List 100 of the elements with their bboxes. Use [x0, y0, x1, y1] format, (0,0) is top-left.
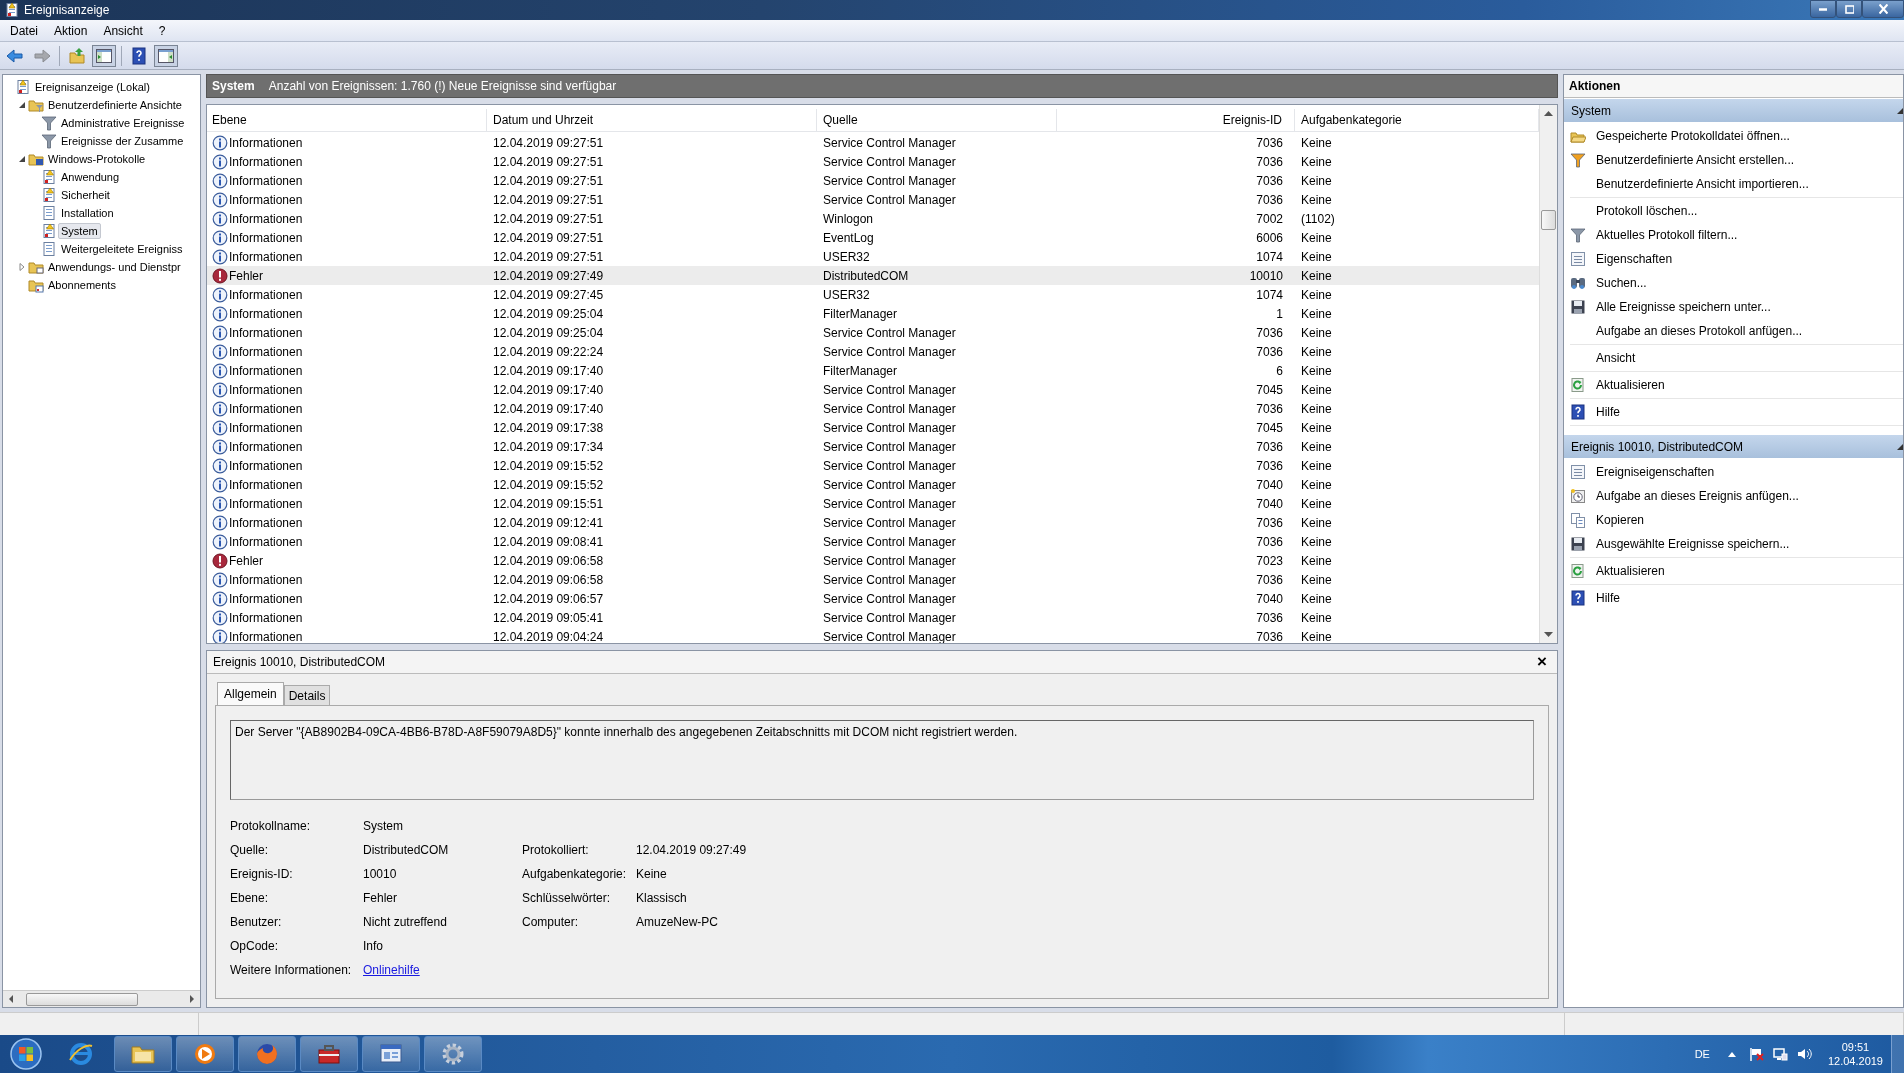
taskbar-button[interactable] — [300, 1036, 358, 1072]
tree-item[interactable]: Weitergeleitete Ereigniss — [58, 241, 186, 257]
table-row[interactable]: Informationen 12.04.2019 09:15:52 Service Control Manager 7040 Keine — [207, 475, 1539, 494]
tab[interactable]: Allgemein — [217, 682, 284, 705]
table-row[interactable]: Informationen 12.04.2019 09:17:40 Service Control Manager 7045 Keine — [207, 380, 1539, 399]
tree-item[interactable]: System — [58, 223, 101, 239]
table-row[interactable]: Informationen 12.04.2019 09:22:24 Service Control Manager 7036 Keine — [207, 342, 1539, 361]
pane-button[interactable] — [92, 44, 116, 67]
table-row[interactable]: Informationen 12.04.2019 09:27:51 USER32 1074 Keine — [207, 247, 1539, 266]
table-row[interactable]: Informationen 12.04.2019 09:27:51 EventLog 6006 Keine — [207, 228, 1539, 247]
table-row[interactable]: Informationen 12.04.2019 09:17:38 Service Control Manager 7045 Keine — [207, 418, 1539, 437]
table-row[interactable]: Informationen 12.04.2019 09:15:52 Service Control Manager 7036 Keine — [207, 456, 1539, 475]
table-row[interactable]: Informationen 12.04.2019 09:27:51 Service Control Manager 7036 Keine — [207, 171, 1539, 190]
tree-item[interactable]: Sicherheit — [58, 187, 113, 203]
table-row[interactable]: Fehler 12.04.2019 09:27:49 DistributedCOM 10010 Keine — [207, 266, 1539, 285]
table-cell-text: 12.04.2019 09:17:34 — [492, 439, 605, 454]
action-link[interactable]: Hilfe — [1596, 405, 1620, 419]
action-link[interactable]: Aufgabe an dieses Protokoll anfügen... — [1596, 324, 1803, 338]
close-button[interactable]: × — [1533, 654, 1551, 670]
action-link[interactable]: Aktualisieren — [1596, 378, 1665, 392]
taskbar-button[interactable] — [424, 1036, 482, 1072]
clock-date[interactable]: 12.04.2019 — [1827, 1054, 1883, 1068]
tree-item[interactable]: Windows-Protokolle — [45, 151, 149, 167]
action-link[interactable]: Hilfe — [1596, 591, 1620, 605]
taskbar-button[interactable] — [176, 1036, 234, 1072]
table-row[interactable]: Informationen 12.04.2019 09:27:51 Service Control Manager 7036 Keine — [207, 190, 1539, 209]
action-link[interactable]: Eigenschaften — [1596, 252, 1673, 266]
expanded-arrow-icon[interactable] — [17, 101, 26, 109]
table-row[interactable]: Informationen 12.04.2019 09:17:40 Service Control Manager 7036 Keine — [207, 399, 1539, 418]
language-indicator[interactable]: DE — [1694, 1048, 1710, 1060]
log-icon — [41, 187, 57, 203]
table-row[interactable]: Informationen 12.04.2019 09:05:41 Service Control Manager 7036 Keine — [207, 608, 1539, 627]
table-row[interactable]: Informationen 12.04.2019 09:25:04 Service Control Manager 7036 Keine — [207, 323, 1539, 342]
collapsed-arrow-icon[interactable] — [17, 263, 26, 271]
tree-item[interactable]: Anwendungs- und Dienstpr — [45, 259, 184, 275]
table-row[interactable]: Informationen 12.04.2019 09:27:51 Service Control Manager 7036 Keine — [207, 133, 1539, 152]
tree-item[interactable]: Installation — [58, 205, 117, 221]
table-row[interactable]: Fehler 12.04.2019 09:06:58 Service Control Manager 7023 Keine — [207, 551, 1539, 570]
action-link[interactable]: Benutzerdefinierte Ansicht importieren... — [1596, 177, 1809, 191]
table-row[interactable]: Informationen 12.04.2019 09:27:51 Service Control Manager 7036 Keine — [207, 152, 1539, 171]
clock-time[interactable]: 09:51 — [1841, 1040, 1870, 1054]
table-row[interactable]: Informationen 12.04.2019 09:17:40 FilterManager 6 Keine — [207, 361, 1539, 380]
action-link[interactable]: Protokoll löschen... — [1596, 204, 1698, 218]
tree-item[interactable]: Benutzerdefinierte Ansichte — [45, 97, 185, 113]
table-row[interactable]: Informationen 12.04.2019 09:12:41 Service Control Manager 7036 Keine — [207, 513, 1539, 532]
action-link[interactable]: Aktualisieren — [1596, 564, 1665, 578]
minimize-button[interactable] — [1810, 0, 1836, 18]
close-button[interactable] — [1862, 0, 1904, 18]
taskbar-button[interactable] — [114, 1036, 172, 1072]
expanded-arrow-icon[interactable] — [17, 155, 26, 163]
action-link[interactable]: Aktuelles Protokoll filtern... — [1596, 228, 1738, 242]
menu-item[interactable]: Datei — [2, 23, 46, 38]
close-icon — [1878, 4, 1888, 14]
tree-item[interactable]: Ereignisanzeige (Lokal) — [32, 79, 153, 95]
scroll-down-icon[interactable] — [1544, 632, 1553, 638]
restore-button[interactable] — [1836, 0, 1862, 18]
action-link[interactable]: Suchen... — [1596, 276, 1647, 290]
section-header[interactable]: System — [1564, 98, 1903, 122]
action-link[interactable]: Ansicht — [1596, 351, 1636, 365]
action-link[interactable]: Alle Ereignisse speichern unter... — [1596, 300, 1771, 314]
action-link[interactable]: Benutzerdefinierte Ansicht erstellen... — [1596, 153, 1795, 167]
table-row[interactable]: Informationen 12.04.2019 09:06:57 Service Control Manager 7040 Keine — [207, 589, 1539, 608]
action-link[interactable]: Kopieren — [1596, 513, 1645, 527]
tab[interactable]: Details — [283, 685, 331, 705]
table-row[interactable]: Informationen 12.04.2019 09:25:04 FilterManager 1 Keine — [207, 304, 1539, 323]
menu-item[interactable]: Ansicht — [95, 23, 151, 38]
action-link[interactable]: Gespeicherte Protokolldatei öffnen... — [1596, 129, 1790, 143]
column-header[interactable]: Ereignis-ID — [1057, 109, 1295, 131]
column-header[interactable]: Quelle — [817, 109, 1057, 131]
collapse-arrow-icon[interactable] — [1897, 443, 1903, 450]
taskbar-button[interactable] — [362, 1036, 420, 1072]
action-link[interactable]: Ereigniseigenschaften — [1596, 465, 1715, 479]
collapse-arrow-icon[interactable] — [1897, 107, 1903, 114]
horizontal-scrollbar[interactable] — [3, 990, 200, 1007]
table-row[interactable]: Informationen 12.04.2019 09:15:51 Service Control Manager 7040 Keine — [207, 494, 1539, 513]
column-header[interactable]: Datum und Uhrzeit — [487, 109, 817, 131]
table-row[interactable]: Informationen 12.04.2019 09:17:34 Service Control Manager 7036 Keine — [207, 437, 1539, 456]
tree-item[interactable]: Anwendung — [58, 169, 123, 185]
column-header[interactable]: Ebene — [207, 109, 487, 131]
vertical-scrollbar[interactable] — [1539, 105, 1557, 643]
section-header[interactable]: Ereignis 10010, DistributedCOM — [1564, 434, 1903, 458]
pane-button[interactable] — [154, 44, 178, 67]
action-link[interactable]: Aufgabe an dieses Ereignis anfügen... — [1596, 489, 1799, 503]
table-row[interactable]: Informationen 12.04.2019 09:27:45 USER32 1074 Keine — [207, 285, 1539, 304]
scroll-thumb[interactable] — [1541, 210, 1556, 230]
help-link[interactable]: Onlinehilfe — [363, 963, 420, 977]
tree-item[interactable]: Administrative Ereignisse — [58, 115, 188, 131]
table-row[interactable]: Informationen 12.04.2019 09:04:24 Service Control Manager 7036 Keine — [207, 627, 1539, 643]
table-row[interactable]: Informationen 12.04.2019 09:27:51 Winlogon 7002 (1102) — [207, 209, 1539, 228]
menu-item[interactable]: Aktion — [46, 23, 96, 38]
table-row[interactable]: Informationen 12.04.2019 09:08:41 Service Control Manager 7036 Keine — [207, 532, 1539, 551]
menu-item[interactable]: ? — [150, 23, 174, 38]
scroll-up-icon[interactable] — [1544, 110, 1553, 116]
scroll-right-icon[interactable] — [187, 994, 197, 1004]
action-link[interactable]: Ausgewählte Ereignisse speichern... — [1596, 537, 1790, 551]
tree-item[interactable]: Abonnements — [45, 277, 119, 293]
taskbar-button[interactable] — [238, 1036, 296, 1072]
scroll-thumb[interactable] — [26, 992, 138, 1006]
tree-item[interactable]: Ereignisse der Zusamme — [58, 133, 187, 149]
table-row[interactable]: Informationen 12.04.2019 09:06:58 Service Control Manager 7036 Keine — [207, 570, 1539, 589]
